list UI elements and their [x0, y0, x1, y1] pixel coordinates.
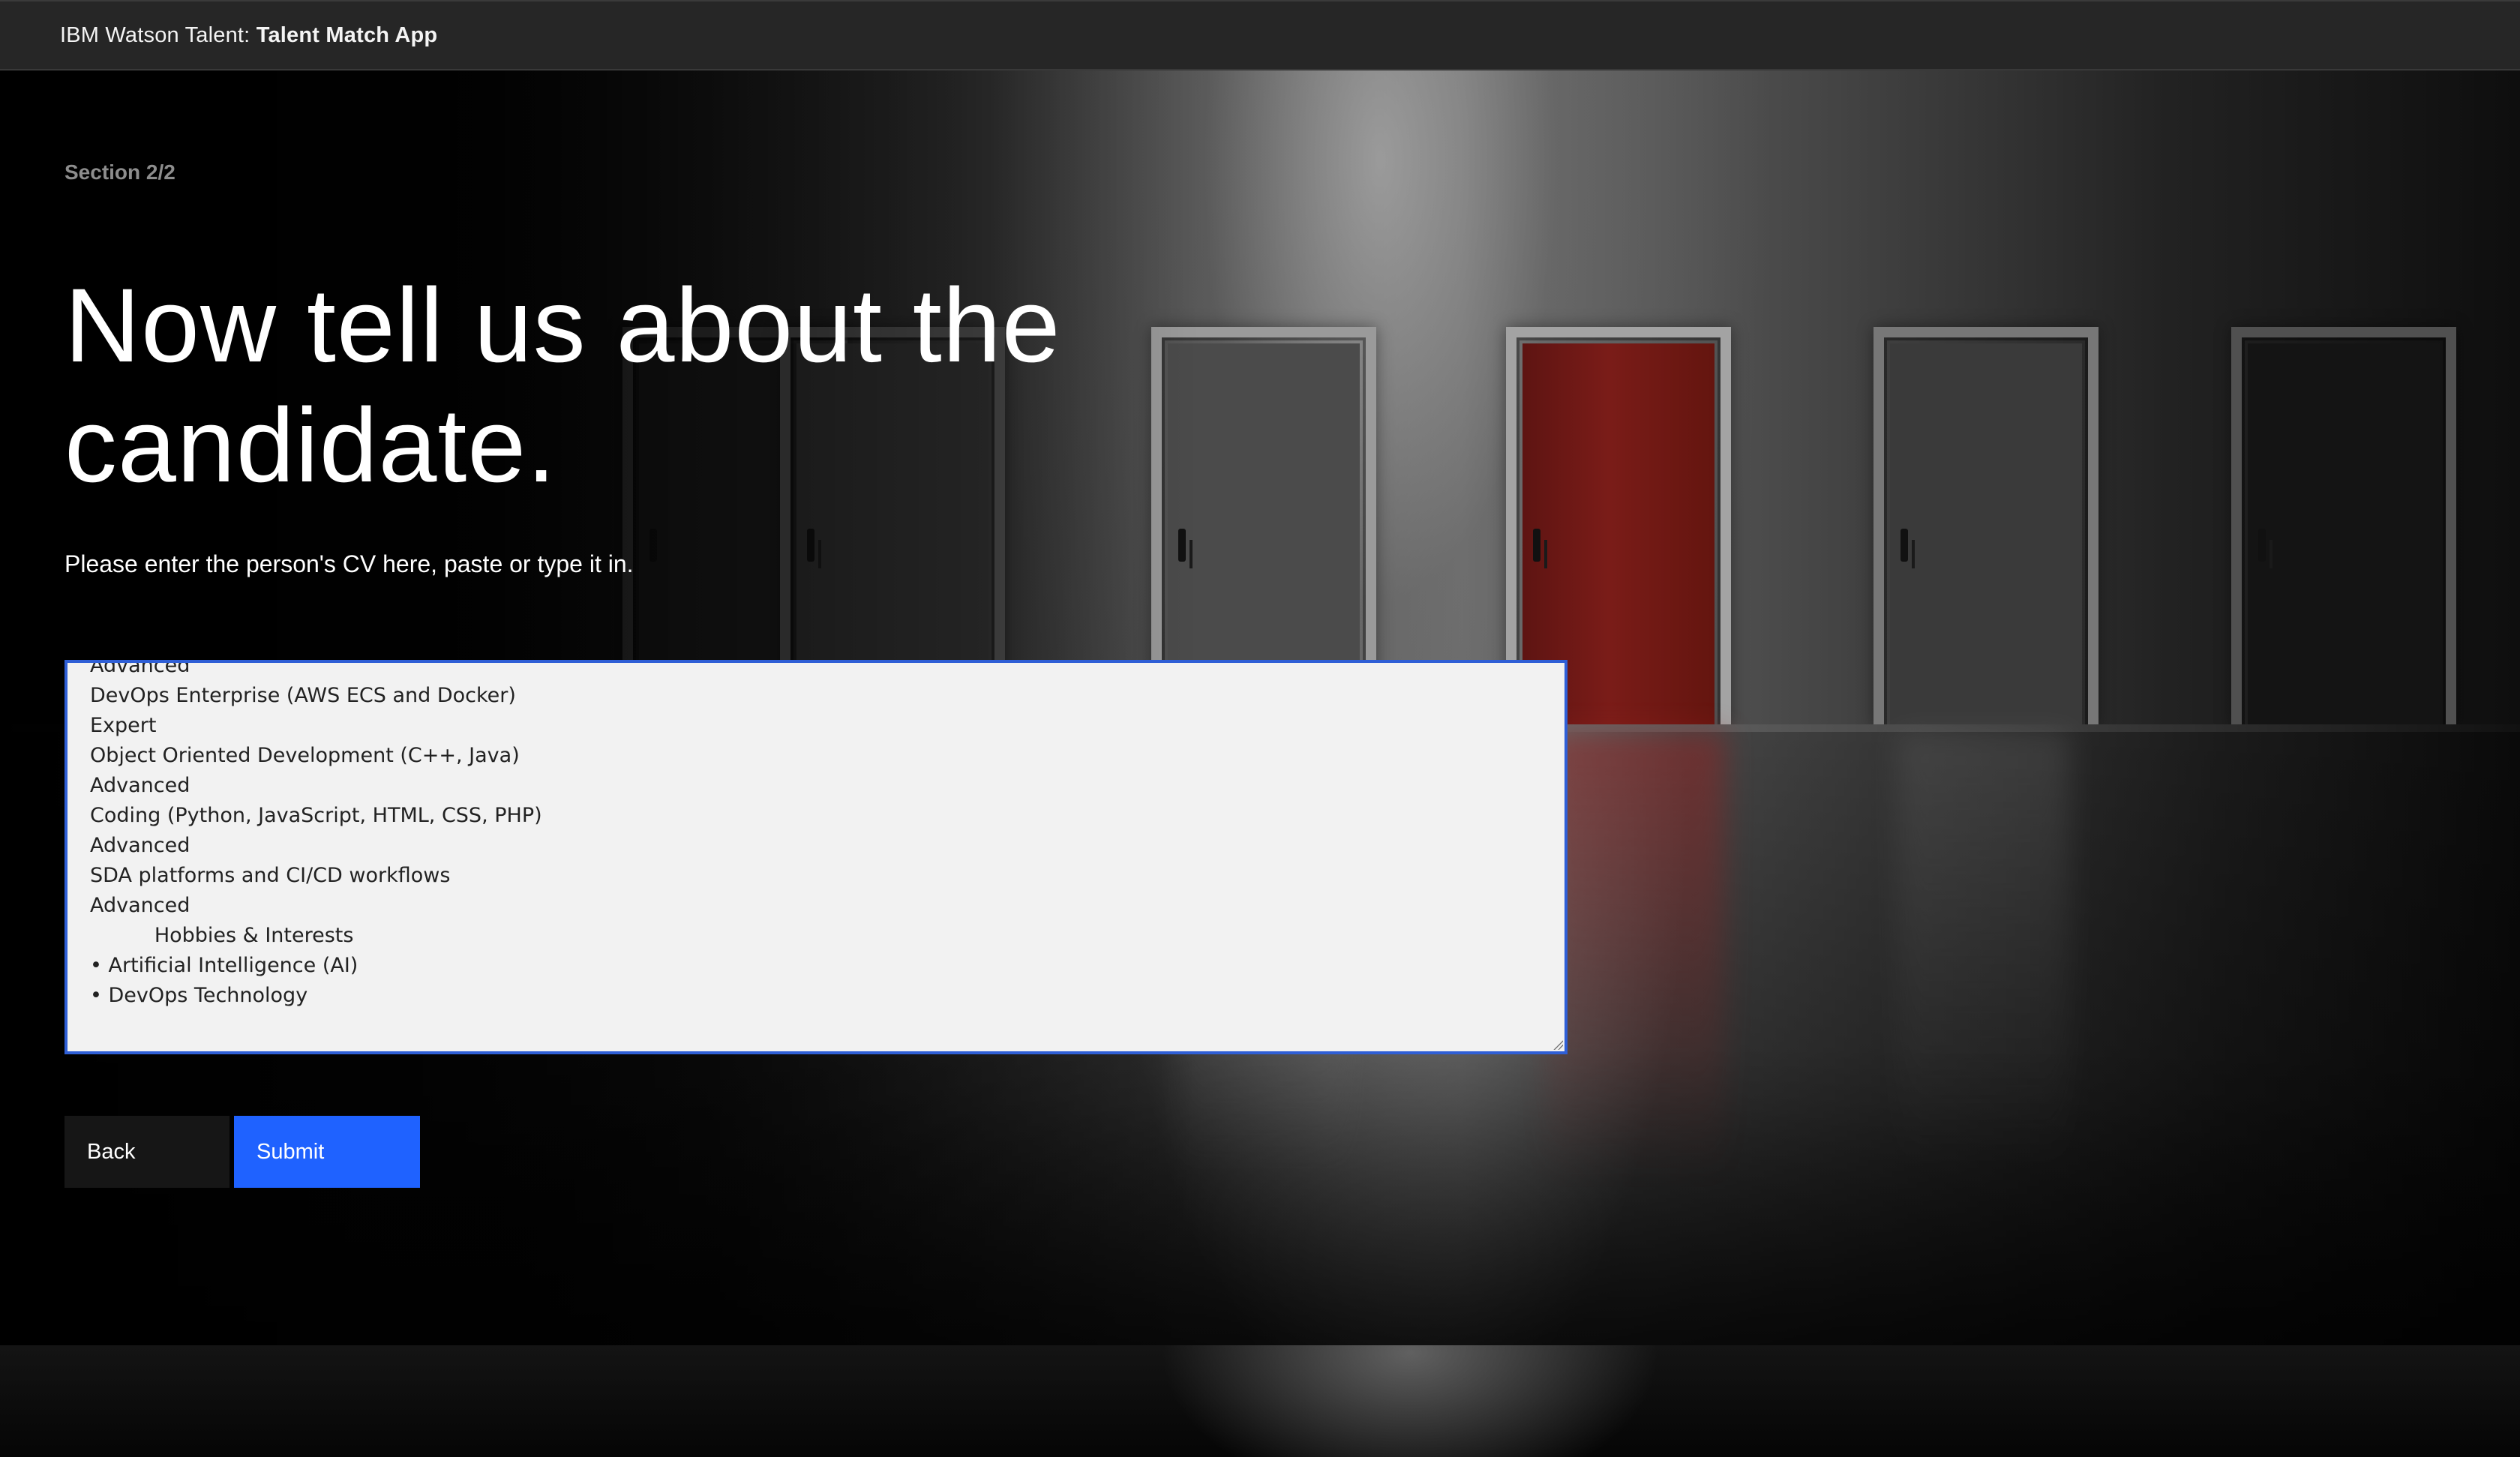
cv-text-line: Expert	[90, 714, 157, 737]
cv-text-line: DevOps Enterprise (AWS ECS and Docker)	[90, 684, 516, 707]
brand-app-name: Talent Match App	[256, 23, 438, 47]
top-header: IBM Watson Talent: Talent Match App	[0, 0, 2520, 70]
cv-text-line: Advanced	[90, 894, 190, 917]
cv-text-line: Advanced	[90, 774, 190, 797]
door-image	[2231, 327, 2456, 728]
cv-textarea[interactable]: Advanced DevOps Enterprise (AWS ECS and D…	[64, 660, 1568, 1054]
cv-text-line: Hobbies & Interests	[90, 924, 354, 947]
brand-prefix: IBM Watson Talent:	[60, 23, 250, 47]
back-button[interactable]: Back	[64, 1116, 230, 1188]
cv-text-content[interactable]: Advanced DevOps Enterprise (AWS ECS and D…	[90, 660, 542, 1011]
hero-overlay-bottom	[0, 1045, 2520, 1345]
cv-text-line: Object Oriented Development (C++, Java)	[90, 744, 520, 767]
cv-text-line: Coding (Python, JavaScript, HTML, CSS, P…	[90, 804, 542, 827]
cv-text-line: SDA platforms and CI/CD workflows	[90, 864, 451, 887]
cv-text-line: • Artificial Intelligence (AI)	[90, 954, 358, 977]
talent-match-page: IBM Watson Talent: Talent Match App Sect…	[0, 0, 2520, 1457]
door-image	[1874, 327, 2098, 728]
submit-button[interactable]: Submit	[234, 1116, 420, 1188]
section-indicator: Section 2/2	[64, 160, 176, 184]
cv-text-line: Advanced	[90, 834, 190, 857]
resize-handle-icon[interactable]	[1552, 1039, 1563, 1050]
footer-band	[0, 1345, 2520, 1457]
cv-text-line: • DevOps Technology	[90, 984, 308, 1007]
cv-instructions: Please enter the person's CV here, paste…	[64, 550, 634, 577]
cv-text-line: Advanced	[90, 660, 190, 677]
app-brand[interactable]: IBM Watson Talent: Talent Match App	[60, 23, 437, 48]
page-title: Now tell us about the candidate.	[64, 266, 1061, 504]
